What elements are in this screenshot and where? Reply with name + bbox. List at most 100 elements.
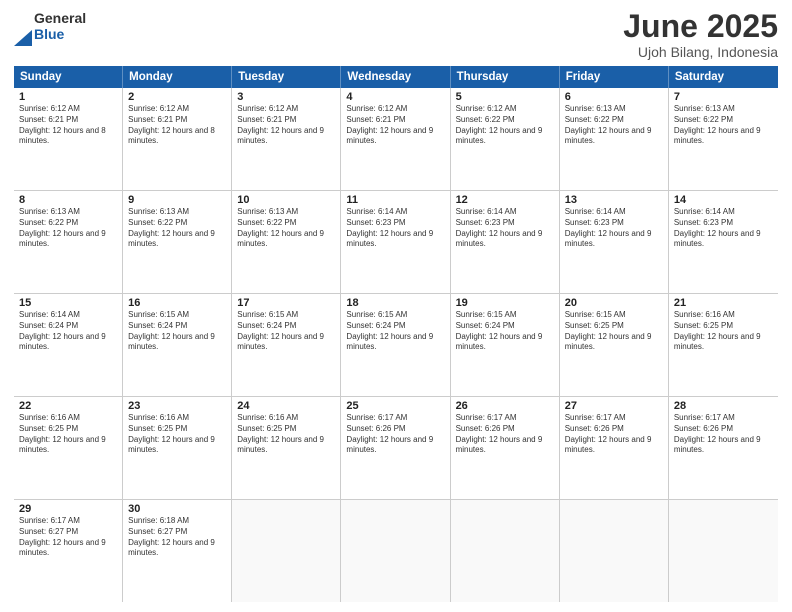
day-number: 8 xyxy=(19,194,117,206)
calendar-cell: 14Sunrise: 6:14 AMSunset: 6:23 PMDayligh… xyxy=(669,191,778,293)
cell-info: Sunrise: 6:16 AMSunset: 6:25 PMDaylight:… xyxy=(19,413,117,456)
day-number: 13 xyxy=(565,194,663,206)
calendar-cell: 17Sunrise: 6:15 AMSunset: 6:24 PMDayligh… xyxy=(232,294,341,396)
cell-info: Sunrise: 6:12 AMSunset: 6:22 PMDaylight:… xyxy=(456,104,554,147)
day-number: 16 xyxy=(128,297,226,309)
cell-info: Sunrise: 6:17 AMSunset: 6:26 PMDaylight:… xyxy=(456,413,554,456)
calendar-cell: 10Sunrise: 6:13 AMSunset: 6:22 PMDayligh… xyxy=(232,191,341,293)
day-number: 14 xyxy=(674,194,773,206)
day-number: 5 xyxy=(456,91,554,103)
logo-general: General xyxy=(34,10,86,26)
logo-svg xyxy=(14,10,32,46)
calendar-cell: 19Sunrise: 6:15 AMSunset: 6:24 PMDayligh… xyxy=(451,294,560,396)
calendar-cell: 27Sunrise: 6:17 AMSunset: 6:26 PMDayligh… xyxy=(560,397,669,499)
cell-info: Sunrise: 6:16 AMSunset: 6:25 PMDaylight:… xyxy=(237,413,335,456)
calendar-row: 8Sunrise: 6:13 AMSunset: 6:22 PMDaylight… xyxy=(14,191,778,294)
calendar-cell: 18Sunrise: 6:15 AMSunset: 6:24 PMDayligh… xyxy=(341,294,450,396)
cell-info: Sunrise: 6:15 AMSunset: 6:24 PMDaylight:… xyxy=(237,310,335,353)
calendar-cell: 24Sunrise: 6:16 AMSunset: 6:25 PMDayligh… xyxy=(232,397,341,499)
day-number: 4 xyxy=(346,91,444,103)
logo-text-block: General Blue xyxy=(34,10,86,42)
calendar-cell: 6Sunrise: 6:13 AMSunset: 6:22 PMDaylight… xyxy=(560,88,669,190)
header-day: Tuesday xyxy=(232,66,341,88)
day-number: 29 xyxy=(19,503,117,515)
calendar-cell xyxy=(669,500,778,602)
calendar-row: 22Sunrise: 6:16 AMSunset: 6:25 PMDayligh… xyxy=(14,397,778,500)
calendar-cell: 12Sunrise: 6:14 AMSunset: 6:23 PMDayligh… xyxy=(451,191,560,293)
cell-info: Sunrise: 6:16 AMSunset: 6:25 PMDaylight:… xyxy=(128,413,226,456)
logo-triangle xyxy=(14,10,32,46)
cell-info: Sunrise: 6:13 AMSunset: 6:22 PMDaylight:… xyxy=(674,104,773,147)
day-number: 27 xyxy=(565,400,663,412)
calendar-cell: 16Sunrise: 6:15 AMSunset: 6:24 PMDayligh… xyxy=(123,294,232,396)
calendar-cell: 4Sunrise: 6:12 AMSunset: 6:21 PMDaylight… xyxy=(341,88,450,190)
calendar-row: 15Sunrise: 6:14 AMSunset: 6:24 PMDayligh… xyxy=(14,294,778,397)
day-number: 18 xyxy=(346,297,444,309)
cell-info: Sunrise: 6:16 AMSunset: 6:25 PMDaylight:… xyxy=(674,310,773,353)
calendar-cell: 3Sunrise: 6:12 AMSunset: 6:21 PMDaylight… xyxy=(232,88,341,190)
calendar-cell: 1Sunrise: 6:12 AMSunset: 6:21 PMDaylight… xyxy=(14,88,123,190)
header-day: Saturday xyxy=(669,66,778,88)
cell-info: Sunrise: 6:14 AMSunset: 6:23 PMDaylight:… xyxy=(346,207,444,250)
day-number: 23 xyxy=(128,400,226,412)
calendar-cell: 13Sunrise: 6:14 AMSunset: 6:23 PMDayligh… xyxy=(560,191,669,293)
day-number: 10 xyxy=(237,194,335,206)
cell-info: Sunrise: 6:13 AMSunset: 6:22 PMDaylight:… xyxy=(19,207,117,250)
calendar-cell: 9Sunrise: 6:13 AMSunset: 6:22 PMDaylight… xyxy=(123,191,232,293)
day-number: 7 xyxy=(674,91,773,103)
cell-info: Sunrise: 6:14 AMSunset: 6:23 PMDaylight:… xyxy=(456,207,554,250)
calendar-cell: 26Sunrise: 6:17 AMSunset: 6:26 PMDayligh… xyxy=(451,397,560,499)
calendar-cell: 8Sunrise: 6:13 AMSunset: 6:22 PMDaylight… xyxy=(14,191,123,293)
header-day: Monday xyxy=(123,66,232,88)
calendar-cell: 20Sunrise: 6:15 AMSunset: 6:25 PMDayligh… xyxy=(560,294,669,396)
calendar-header: SundayMondayTuesdayWednesdayThursdayFrid… xyxy=(14,66,778,88)
calendar-cell: 5Sunrise: 6:12 AMSunset: 6:22 PMDaylight… xyxy=(451,88,560,190)
calendar-cell: 30Sunrise: 6:18 AMSunset: 6:27 PMDayligh… xyxy=(123,500,232,602)
cell-info: Sunrise: 6:15 AMSunset: 6:24 PMDaylight:… xyxy=(346,310,444,353)
cell-info: Sunrise: 6:13 AMSunset: 6:22 PMDaylight:… xyxy=(128,207,226,250)
calendar-cell: 15Sunrise: 6:14 AMSunset: 6:24 PMDayligh… xyxy=(14,294,123,396)
day-number: 21 xyxy=(674,297,773,309)
day-number: 20 xyxy=(565,297,663,309)
title-block: June 2025 Ujoh Bilang, Indonesia xyxy=(623,10,778,60)
calendar-row: 29Sunrise: 6:17 AMSunset: 6:27 PMDayligh… xyxy=(14,500,778,602)
calendar-cell: 11Sunrise: 6:14 AMSunset: 6:23 PMDayligh… xyxy=(341,191,450,293)
calendar-cell xyxy=(232,500,341,602)
day-number: 15 xyxy=(19,297,117,309)
day-number: 30 xyxy=(128,503,226,515)
day-number: 12 xyxy=(456,194,554,206)
cell-info: Sunrise: 6:18 AMSunset: 6:27 PMDaylight:… xyxy=(128,516,226,559)
calendar-cell: 29Sunrise: 6:17 AMSunset: 6:27 PMDayligh… xyxy=(14,500,123,602)
calendar-cell: 25Sunrise: 6:17 AMSunset: 6:26 PMDayligh… xyxy=(341,397,450,499)
header-day: Friday xyxy=(560,66,669,88)
day-number: 9 xyxy=(128,194,226,206)
month-title: June 2025 xyxy=(623,10,778,42)
calendar-row: 1Sunrise: 6:12 AMSunset: 6:21 PMDaylight… xyxy=(14,88,778,191)
logo: General Blue xyxy=(14,10,86,46)
calendar-cell: 7Sunrise: 6:13 AMSunset: 6:22 PMDaylight… xyxy=(669,88,778,190)
calendar-body: 1Sunrise: 6:12 AMSunset: 6:21 PMDaylight… xyxy=(14,88,778,602)
cell-info: Sunrise: 6:14 AMSunset: 6:23 PMDaylight:… xyxy=(565,207,663,250)
cell-info: Sunrise: 6:15 AMSunset: 6:24 PMDaylight:… xyxy=(456,310,554,353)
day-number: 25 xyxy=(346,400,444,412)
day-number: 28 xyxy=(674,400,773,412)
cell-info: Sunrise: 6:13 AMSunset: 6:22 PMDaylight:… xyxy=(237,207,335,250)
day-number: 3 xyxy=(237,91,335,103)
day-number: 24 xyxy=(237,400,335,412)
day-number: 11 xyxy=(346,194,444,206)
day-number: 26 xyxy=(456,400,554,412)
calendar-cell: 28Sunrise: 6:17 AMSunset: 6:26 PMDayligh… xyxy=(669,397,778,499)
cell-info: Sunrise: 6:13 AMSunset: 6:22 PMDaylight:… xyxy=(565,104,663,147)
header-day: Sunday xyxy=(14,66,123,88)
logo-blue: Blue xyxy=(34,26,86,42)
cell-info: Sunrise: 6:14 AMSunset: 6:24 PMDaylight:… xyxy=(19,310,117,353)
calendar-cell: 23Sunrise: 6:16 AMSunset: 6:25 PMDayligh… xyxy=(123,397,232,499)
cell-info: Sunrise: 6:17 AMSunset: 6:26 PMDaylight:… xyxy=(565,413,663,456)
cell-info: Sunrise: 6:17 AMSunset: 6:26 PMDaylight:… xyxy=(346,413,444,456)
day-number: 19 xyxy=(456,297,554,309)
logo-brand: General Blue xyxy=(14,10,86,46)
day-number: 6 xyxy=(565,91,663,103)
calendar-cell xyxy=(341,500,450,602)
cell-info: Sunrise: 6:17 AMSunset: 6:26 PMDaylight:… xyxy=(674,413,773,456)
location: Ujoh Bilang, Indonesia xyxy=(623,44,778,60)
